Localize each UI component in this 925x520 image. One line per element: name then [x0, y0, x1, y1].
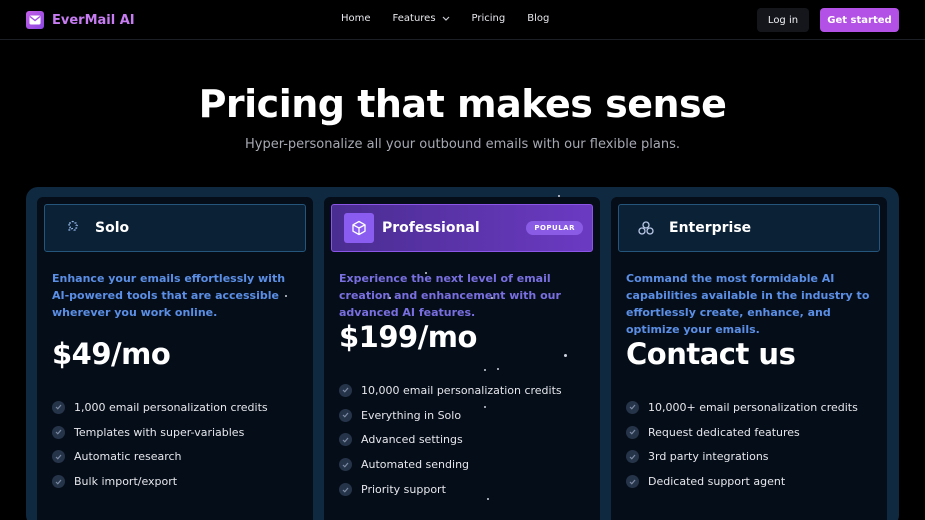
feature-item: Request dedicated features [626, 420, 858, 445]
sparkle-decoration [484, 369, 486, 371]
plan-name: Professional [382, 220, 480, 236]
feature-label: Everything in Solo [361, 408, 462, 422]
plan-name: Solo [95, 220, 130, 236]
top-nav: EverMail AI Home Features Pricing Blog L… [0, 0, 925, 40]
check-icon [339, 458, 352, 472]
nav-link-label: Home [341, 13, 371, 24]
get-started-button[interactable]: Get started [820, 8, 899, 32]
nav-link-label: Blog [527, 13, 550, 24]
plan-features: 1,000 email personalization credits Temp… [52, 395, 268, 494]
check-icon [339, 433, 352, 447]
check-icon [626, 400, 639, 414]
plan-description: Enhance your emails effortlessly with AI… [52, 272, 286, 319]
nav-link-label: Features [392, 13, 436, 24]
chevron-down-icon [442, 13, 450, 24]
plan-price: Contact us [626, 337, 796, 371]
plan-description: Command the most formidable AI capabilit… [626, 272, 870, 336]
plan-card-solo: Solo Enhance your emails effortlessly wi… [37, 197, 313, 520]
sparkle-decoration [484, 406, 486, 408]
sparkle-decoration [564, 354, 567, 357]
page-title: Pricing that makes sense [198, 82, 727, 126]
plan-price: $199/mo [339, 320, 477, 354]
brand-name: EverMail AI [52, 12, 135, 28]
feature-label: 3rd party integrations [648, 450, 769, 464]
feature-item: 1,000 email personalization credits [52, 395, 268, 420]
check-icon [626, 425, 639, 439]
cube-icon [344, 213, 374, 243]
plan-features: 10,000+ email personalization credits Re… [626, 395, 858, 494]
check-icon [52, 475, 65, 489]
feature-item: 3rd party integrations [626, 445, 858, 470]
plan-features: 10,000 email personalization credits Eve… [339, 378, 562, 502]
feature-item: 10,000+ email personalization credits [626, 395, 858, 420]
nav-link-pricing[interactable]: Pricing [472, 13, 506, 24]
feature-label: Bulk import/export [74, 475, 178, 489]
feature-label: Automatic research [74, 450, 182, 464]
plan-header: Enterprise [618, 204, 880, 252]
plan-card-professional: Professional POPULAR Experience the next… [324, 195, 600, 520]
sparkle-decoration [425, 272, 427, 274]
sparkle-decoration [497, 368, 499, 370]
nav-link-blog[interactable]: Blog [527, 13, 549, 24]
feature-label: 10,000+ email personalization credits [648, 400, 858, 414]
feature-item: Advanced settings [339, 428, 562, 453]
feature-label: Templates with super-variables [74, 425, 245, 439]
brand-logo[interactable]: EverMail AI [26, 11, 135, 29]
check-icon [626, 450, 639, 464]
check-icon [52, 400, 65, 414]
sparkle-decoration [285, 295, 287, 297]
feature-item: Dedicated support agent [626, 469, 858, 494]
network-icon [631, 213, 661, 243]
nav-link-features[interactable]: Features [393, 13, 450, 24]
feature-label: Priority support [361, 483, 446, 497]
login-button[interactable]: Log in [757, 8, 809, 32]
sparkle-decoration [491, 297, 493, 299]
sparkle-decoration [558, 195, 560, 197]
feature-item: Automatic research [52, 445, 268, 470]
feature-item: Templates with super-variables [52, 420, 268, 445]
check-icon [52, 425, 65, 439]
plan-description: Experience the next level of email creat… [339, 272, 561, 319]
plan-header: Solo [44, 204, 306, 252]
plan-header: Professional POPULAR [331, 204, 593, 252]
check-icon [52, 450, 65, 464]
sparkle-decoration [389, 297, 391, 299]
plan-card-enterprise: Enterprise Command the most formidable A… [611, 197, 887, 520]
feature-item: 10,000 email personalization credits [339, 378, 562, 403]
check-icon [339, 483, 352, 497]
feature-item: Bulk import/export [52, 469, 268, 494]
feature-label: Automated sending [361, 458, 470, 472]
feature-item: Everything in Solo [339, 403, 562, 428]
puzzle-icon [57, 213, 87, 243]
mail-icon [26, 11, 44, 29]
feature-item: Automated sending [339, 452, 562, 477]
nav-link-home[interactable]: Home [341, 13, 371, 24]
nav-links: Home Features Pricing Blog [341, 13, 571, 24]
feature-label: Dedicated support agent [648, 475, 786, 489]
plan-name: Enterprise [669, 220, 752, 236]
check-icon [626, 475, 639, 489]
page-subtitle: Hyper-personalize all your outbound emai… [244, 137, 681, 152]
feature-label: Advanced settings [361, 433, 463, 447]
feature-label: 1,000 email personalization credits [74, 400, 268, 414]
feature-label: 10,000 email personalization credits [361, 383, 562, 397]
sparkle-decoration [487, 498, 489, 500]
check-icon [339, 408, 352, 422]
nav-link-label: Pricing [471, 13, 506, 24]
feature-item: Priority support [339, 477, 562, 502]
plan-price: $49/mo [52, 337, 171, 371]
check-icon [339, 383, 352, 397]
feature-label: Request dedicated features [648, 425, 800, 439]
popular-badge: POPULAR [526, 221, 583, 235]
